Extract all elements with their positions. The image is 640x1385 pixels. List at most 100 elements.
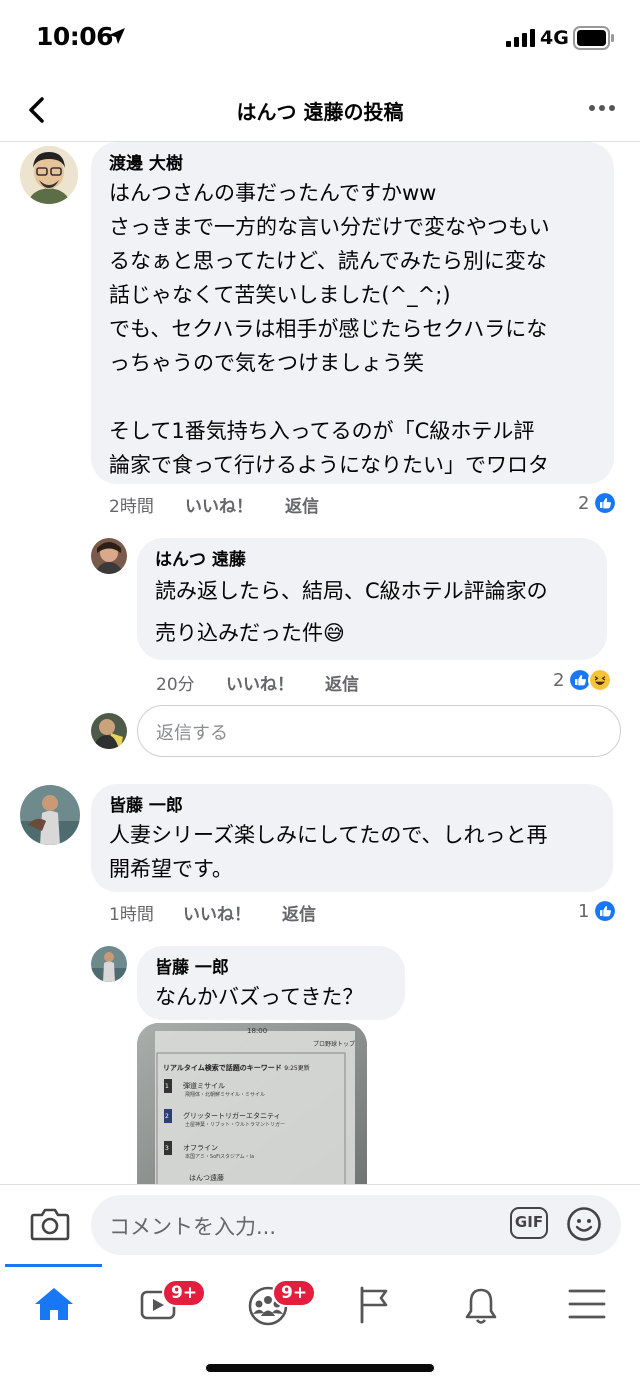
cellular-signal-icon: [506, 29, 535, 47]
reply-button[interactable]: 返信: [325, 670, 359, 695]
photo-item-title: オフライン: [183, 1144, 219, 1152]
post-header: はんつ 遠藤の投稿: [0, 78, 640, 142]
home-icon: [35, 1288, 73, 1320]
photo-heading-text: リアルタイム検索で話題のキーワード: [163, 1064, 282, 1072]
comment-meta: 2時間 いいね！ 返信: [0, 492, 640, 517]
status-bar: 10:06 4G: [0, 0, 640, 78]
comment-meta: 1時間 いいね！ 返信: [0, 900, 640, 925]
comment-bubble[interactable]: 渡邊 大樹 はんつさんの事だったんですかww さっきまで一方的な言い分だけで変な…: [91, 142, 614, 484]
avatar[interactable]: [91, 538, 127, 574]
reaction-count: 2: [578, 492, 590, 514]
photo-item: はんつ遠藤: [189, 1173, 224, 1183]
comment-line: 話じゃなくて苦笑いしました(^_^;): [109, 283, 451, 307]
flag-icon: [360, 1286, 388, 1324]
comment-text: 読み返したら、結局、C級ホテル評論家の 売り込みだった件😅: [155, 570, 589, 654]
comment-line: はんつさんの事だったんですかww: [109, 181, 437, 205]
photo-item-sub: 土屋神葉・リブット・ウルトラマントリガー: [185, 1122, 286, 1128]
comment-author[interactable]: 渡邊 大樹: [109, 152, 596, 176]
photo-item-rank: 1: [165, 1083, 169, 1090]
bottom-tab-bar: 9+ 9+: [0, 1264, 640, 1385]
reply-bubble[interactable]: はんつ 遠藤 読み返したら、結局、C級ホテル評論家の 売り込みだった件😅: [137, 538, 607, 660]
comment-time: 20分: [156, 675, 195, 695]
like-button[interactable]: いいね！: [183, 900, 251, 925]
comment-line: るなぁと思ってたけど、読んでみたら別に変な: [109, 249, 547, 273]
menu-icon: [568, 1289, 606, 1319]
reaction-count: 1: [578, 900, 590, 922]
photo-item-rank: 3: [165, 1145, 169, 1152]
photo-item-sub: 飛翔体・北朝鮮ミサイル・ミサイル: [185, 1092, 266, 1098]
avatar[interactable]: [20, 785, 80, 845]
network-type: 4G: [540, 27, 569, 49]
emoji-icon[interactable]: [566, 1206, 602, 1242]
watch-badge: 9+: [162, 1279, 207, 1307]
comment-author[interactable]: はんつ 遠藤: [155, 548, 589, 572]
haha-reaction-icon: [588, 668, 613, 692]
photo-item-rank: 2: [165, 1113, 169, 1120]
comment-line: 売り込みだった件😅: [155, 621, 345, 645]
reply-button[interactable]: 返信: [285, 492, 319, 517]
camera-icon[interactable]: [30, 1207, 70, 1241]
bell-icon: [465, 1288, 497, 1324]
comment-line: でも、セクハラは相手が感じたらセクハラにな: [109, 317, 548, 341]
reply-button[interactable]: 返信: [282, 900, 316, 925]
location-arrow-icon: [109, 28, 125, 44]
tab-watch[interactable]: 9+: [120, 1276, 207, 1340]
more-options-icon[interactable]: [588, 104, 616, 112]
comment-line: そして1番気持ち入ってるのが「C級ホテル評: [109, 419, 535, 443]
comments-list: 渡邊 大樹 はんつさんの事だったんですかww さっきまで一方的な言い分だけで変な…: [0, 142, 640, 1184]
comment-text: はんつさんの事だったんですかww さっきまで一方的な言い分だけで変なやつもい る…: [109, 176, 596, 482]
photo-item-sub: 本国アミ・SoFiスタジアム・la: [185, 1154, 255, 1160]
like-reaction-icon: [593, 491, 618, 515]
groups-badge: 9+: [272, 1279, 317, 1307]
photo-item: 3 オフライン 本国アミ・SoFiスタジアム・la: [165, 1143, 345, 1160]
comment-line: 論家で食って行けるようになりたい」でワロタ: [109, 453, 549, 477]
tab-menu[interactable]: [547, 1276, 627, 1340]
comment-text: 人妻シリーズ楽しみにしてたので、しれっと再 開希望です。: [109, 818, 595, 886]
photo-item-title: グリッタートリガーエタニティ: [183, 1112, 281, 1120]
like-button[interactable]: いいね！: [226, 670, 294, 695]
comment-time: 2時間: [109, 497, 154, 517]
comment-line: なんかバズってきた？: [155, 985, 364, 1009]
comment-photo-attachment[interactable]: 18:00 プロ野球トップ リアルタイム検索で話題のキーワード 9:25更新 1…: [137, 1023, 367, 1184]
tab-groups[interactable]: 9+: [226, 1276, 317, 1340]
tab-home[interactable]: [13, 1276, 93, 1340]
comment-line: 人妻シリーズ楽しみにしてたので、しれっと再: [109, 823, 548, 847]
gif-icon[interactable]: GIF: [510, 1207, 548, 1239]
status-time: 10:06: [36, 22, 114, 51]
like-button[interactable]: いいね！: [185, 492, 253, 517]
tab-notifications[interactable]: [441, 1276, 521, 1340]
current-user-avatar: [91, 713, 127, 749]
reply-bubble[interactable]: 皆藤 一郎 なんかバズってきた？: [137, 946, 405, 1020]
avatar[interactable]: [91, 946, 127, 982]
home-indicator: [206, 1364, 434, 1372]
photo-clock: 18:00: [247, 1027, 268, 1035]
battery-icon: [573, 26, 614, 50]
comment-bubble[interactable]: 皆藤 一郎 人妻シリーズ楽しみにしてたので、しれっと再 開希望です。: [91, 784, 613, 892]
comment-author[interactable]: 皆藤 一郎: [109, 794, 595, 818]
comment-author[interactable]: 皆藤 一郎: [155, 956, 387, 980]
reply-input[interactable]: 返信する: [137, 705, 621, 757]
reaction-summary[interactable]: 2: [553, 666, 613, 694]
comment-line: っちゃうので気をつけましょう笑: [109, 351, 424, 375]
photo-heading: リアルタイム検索で話題のキーワード 9:25更新: [163, 1063, 310, 1073]
tab-pages[interactable]: [334, 1276, 414, 1340]
page-title: はんつ 遠藤の投稿: [236, 100, 404, 124]
photo-item: 1 弾道ミサイル 飛翔体・北朝鮮ミサイル・ミサイル: [165, 1081, 345, 1098]
photo-item-title: 弾道ミサイル: [183, 1082, 226, 1090]
comment-composer: コメントを入力... GIF: [0, 1184, 640, 1264]
comment-line: [109, 380, 596, 414]
reaction-summary[interactable]: 1: [578, 897, 618, 925]
comment-meta: 20分 いいね！ 返信: [0, 670, 640, 695]
like-reaction-icon: [593, 899, 618, 923]
comment-text: なんかバズってきた？: [155, 980, 387, 1014]
avatar[interactable]: [20, 146, 78, 204]
comment-time: 1時間: [109, 905, 154, 925]
photo-top-link: プロ野球トップ: [313, 1041, 356, 1048]
photo-item: 2 グリッタートリガーエタニティ 土屋神葉・リブット・ウルトラマントリガー: [165, 1111, 345, 1128]
comment-line: さっきまで一方的な言い分だけで変なやつもい: [109, 215, 550, 239]
reaction-count: 2: [553, 669, 565, 691]
comment-line: 読み返したら、結局、C級ホテル評論家の: [155, 579, 548, 603]
active-tab-indicator: [5, 1264, 102, 1267]
photo-updated: 9:25更新: [284, 1065, 310, 1072]
reaction-summary[interactable]: 2: [578, 489, 618, 517]
